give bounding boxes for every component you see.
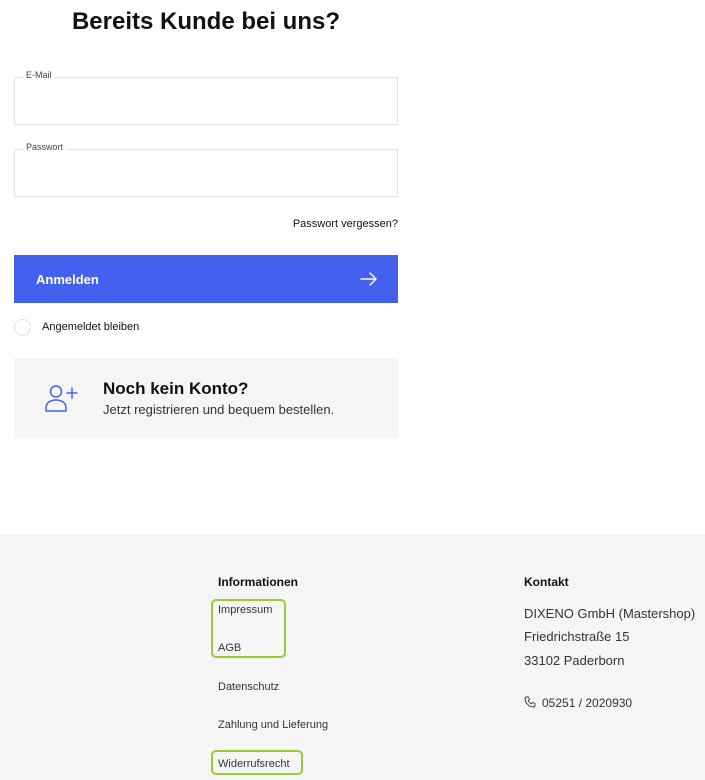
- login-button-label: Anmelden: [36, 271, 99, 287]
- password-field-wrapper: Passwort: [14, 142, 398, 197]
- email-input[interactable]: [15, 78, 397, 124]
- user-plus-icon: [45, 385, 78, 412]
- contact-phone-link[interactable]: 05251 / 2020930: [524, 696, 632, 710]
- contact-city: 33102 Paderborn: [524, 653, 625, 668]
- page-title: Bereits Kunde bei uns?: [71, 8, 341, 35]
- footer: Informationen Impressum AGB Datenschutz …: [0, 534, 705, 780]
- arrow-right-icon: [360, 272, 377, 286]
- register-panel[interactable]: Noch kein Konto? Jetzt registrieren und …: [14, 358, 398, 438]
- contact-company: DIXENO GmbH (Mastershop): [524, 606, 696, 621]
- remember-me-label: Angemeldet bleiben: [42, 321, 140, 333]
- contact-phone: 05251 / 2020930: [542, 696, 633, 710]
- highlight-widerrufsrecht: [211, 750, 303, 775]
- footer-info-heading: Informationen: [218, 575, 298, 589]
- footer-link-datenschutz[interactable]: Datenschutz: [218, 681, 279, 693]
- email-field-wrapper: E-Mail: [14, 70, 398, 125]
- remember-me[interactable]: Angemeldet bleiben: [14, 318, 139, 336]
- register-title: Noch kein Konto?: [103, 379, 249, 398]
- footer-link-zahlung[interactable]: Zahlung und Lieferung: [218, 719, 328, 731]
- phone-icon: [524, 696, 536, 708]
- remember-me-radio[interactable]: [14, 318, 31, 336]
- highlight-impressum-agb: [211, 599, 286, 658]
- contact-street: Friedrichstraße 15: [524, 629, 630, 644]
- register-subtitle: Jetzt registrieren und bequem bestellen.: [103, 402, 335, 417]
- login-button[interactable]: Anmelden: [14, 255, 398, 303]
- forgot-password-link[interactable]: Passwort vergessen?: [293, 218, 398, 230]
- password-input[interactable]: [15, 150, 397, 196]
- footer-contact-heading: Kontakt: [524, 575, 569, 589]
